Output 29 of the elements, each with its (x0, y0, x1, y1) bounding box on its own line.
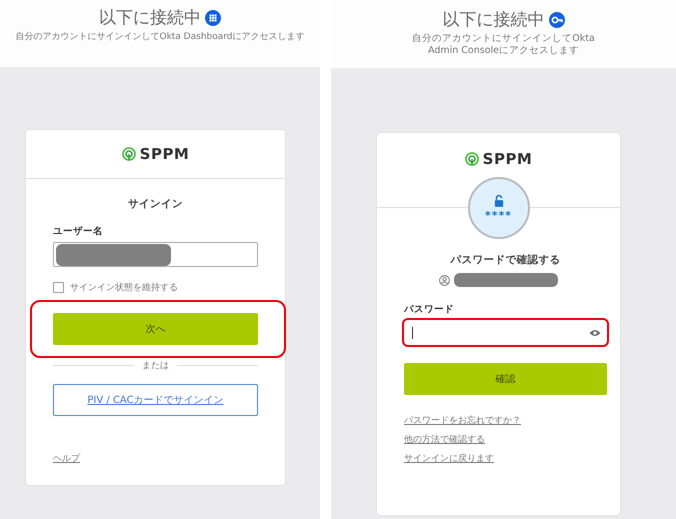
primary-button[interactable]: 次へ (53, 313, 258, 345)
text-link[interactable]: サインインに戻ります (404, 452, 494, 465)
padlock-icon (494, 195, 504, 207)
grid-icon (205, 10, 221, 26)
user-icon (439, 274, 450, 286)
input-field[interactable] (53, 242, 258, 267)
text-link[interactable]: ヘルプ (53, 452, 80, 465)
text-link[interactable]: 他の方法で確認する (404, 433, 485, 446)
logo-wordmark: SPPM (482, 150, 532, 168)
form-heading: サインイン (127, 197, 184, 211)
checkbox[interactable] (53, 282, 64, 293)
logo-icon (464, 152, 479, 166)
checkbox-label: サインイン状態を維持する (70, 282, 178, 294)
asterisk-text: **** (484, 210, 512, 221)
logo-wordmark: SPPM (140, 145, 190, 163)
key-icon (548, 12, 564, 28)
primary-button[interactable]: 確認 (404, 363, 607, 395)
connecting-title: 以下に接続中 (99, 7, 201, 29)
card-sign-in-button[interactable]: PIV / CACカードでサインイン (53, 384, 258, 416)
text-link[interactable]: パスワードをお忘れですか？ (404, 414, 521, 427)
field-label: ユーザー名 (53, 225, 104, 238)
subtitle-text: 自分のアカウントにサインインしてOkta Dashboardにアクセスします (15, 31, 305, 43)
logo-icon (122, 147, 136, 161)
field-label: パスワード (404, 303, 455, 316)
eye-icon[interactable] (589, 328, 601, 336)
divider-label: または (142, 360, 169, 372)
form-heading: パスワードで確認する (449, 253, 562, 267)
subtitle-text: 自分のアカウントにサインインしてOkta Admin Consoleにアクセスします (411, 33, 596, 57)
connecting-title: 以下に接続中 (442, 9, 544, 31)
